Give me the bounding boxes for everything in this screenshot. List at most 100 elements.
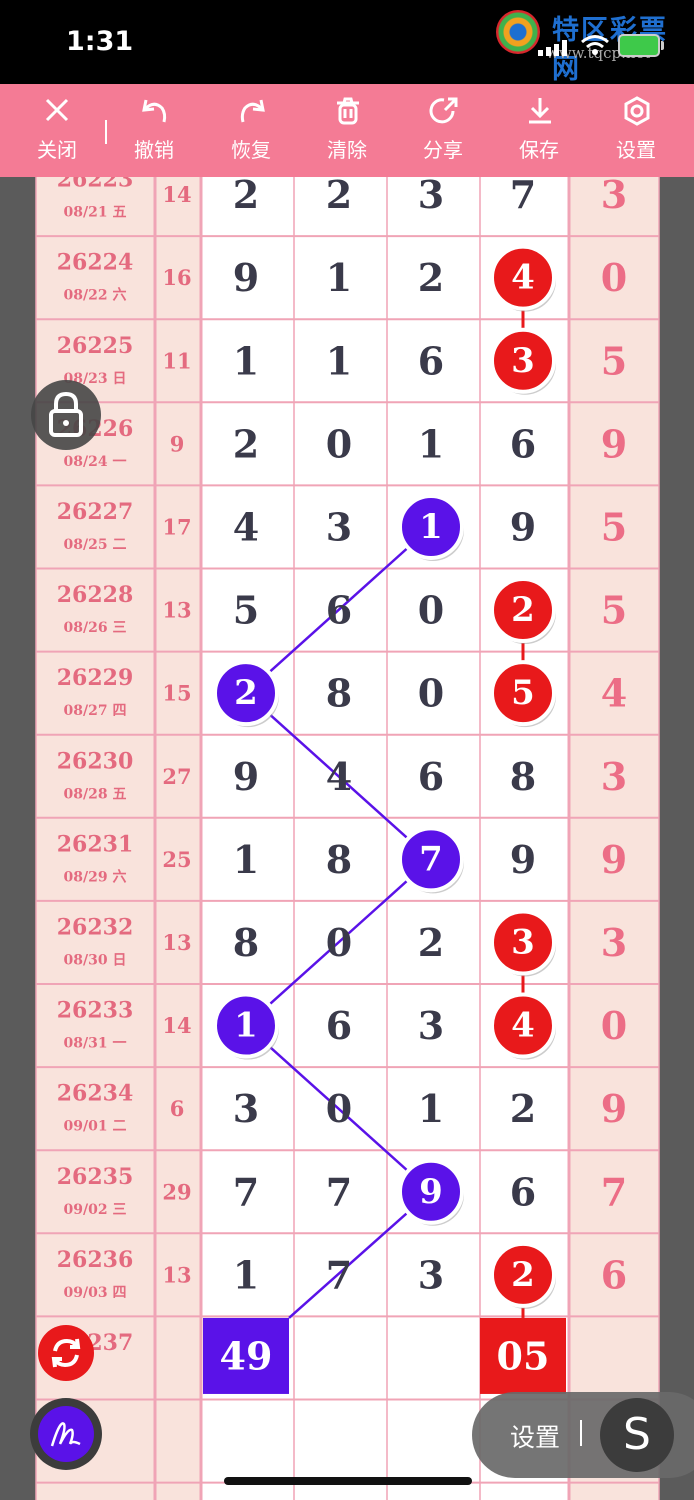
period-number: 26228	[57, 582, 134, 608]
redo-button[interactable]: 恢复	[211, 84, 291, 177]
prediction-value: 05	[497, 1333, 550, 1378]
tail-value: 6	[601, 1252, 627, 1297]
digit-cell: 3	[418, 177, 444, 217]
digit-cell: 8	[326, 671, 352, 716]
digit-cell: 2	[233, 421, 259, 466]
sum-value: 11	[162, 348, 191, 373]
digit-cell: 2	[326, 177, 352, 217]
ball-digit: 7	[419, 839, 443, 879]
sum-value: 13	[162, 1262, 191, 1287]
sum-value: 13	[162, 930, 191, 955]
digit-cell: 3	[233, 1086, 259, 1131]
digit-cell: 6	[510, 1169, 536, 1214]
period-number: 26232	[57, 914, 134, 940]
digit-cell: 1	[233, 837, 259, 882]
period-number: 26227	[57, 499, 134, 525]
undo-icon	[142, 99, 167, 123]
close-label: 关闭	[37, 138, 77, 162]
digit-cell: 6	[326, 588, 352, 633]
period-number: 26229	[57, 665, 134, 691]
period-number: 26233	[57, 998, 134, 1024]
tail-value: 7	[601, 1169, 627, 1214]
digit-cell: 4	[233, 504, 259, 549]
ball-digit: 9	[419, 1172, 443, 1212]
period-number: 26234	[57, 1081, 134, 1107]
period-number: 26231	[57, 831, 134, 857]
pen-tool-button[interactable]	[30, 1398, 102, 1470]
refresh-button[interactable]	[38, 1325, 94, 1381]
period-date: 08/27 四	[64, 703, 127, 719]
digit-cell: 0	[326, 421, 352, 466]
tail-value: 0	[601, 1003, 627, 1048]
trend-chart-sheet[interactable]: 26223 08/21 五 14 2 2 3 7 3 26224 08/22 六 16 9 1 2 4 0 26…	[0, 177, 694, 1500]
cellular-signal-icon	[538, 40, 567, 56]
floating-settings-label[interactable]: 设置	[510, 1418, 560, 1454]
sum-value: 17	[162, 514, 191, 539]
digit-cell: 2	[418, 920, 444, 965]
status-bar: 1:31 特区彩票网 www.tqcp.net	[0, 0, 694, 85]
s-menu-button[interactable]: S	[600, 1398, 674, 1472]
tail-value: 4	[601, 671, 627, 716]
tail-value: 0	[601, 255, 627, 300]
save-label: 保存	[519, 138, 559, 162]
digit-cell: 8	[510, 754, 536, 799]
digit-cell: 2	[418, 255, 444, 300]
home-indicator[interactable]	[224, 1477, 472, 1485]
period-number: 26223	[57, 177, 134, 193]
prediction-value: 49	[220, 1333, 273, 1378]
sum-value: 13	[162, 598, 191, 623]
floating-settings-pill[interactable]: 设置 S	[472, 1392, 694, 1478]
digit-cell: 3	[418, 1252, 444, 1297]
left-margin	[0, 177, 36, 1500]
close-button[interactable]: 关闭	[17, 84, 97, 177]
redo-label: 恢复	[231, 138, 271, 162]
ball-digit: 1	[419, 507, 443, 547]
save-button[interactable]: 保存	[499, 84, 579, 177]
pill-divider	[580, 1420, 582, 1446]
digit-cell: 6	[418, 754, 444, 799]
sum-value: 14	[162, 1013, 191, 1038]
digit-cell: 2	[233, 177, 259, 217]
digit-cell: 8	[326, 837, 352, 882]
ball-digit: 1	[234, 1006, 258, 1046]
battery-icon	[618, 34, 664, 57]
status-time: 1:31	[66, 26, 134, 57]
tail-value: 3	[601, 920, 627, 965]
digit-cell: 6	[510, 421, 536, 466]
period-date: 08/25 二	[64, 537, 127, 553]
share-button[interactable]: 分享	[403, 84, 483, 177]
period-date: 08/30 日	[64, 952, 127, 968]
digit-cell: 3	[326, 504, 352, 549]
trash-icon	[337, 97, 359, 125]
ball-digit: 3	[511, 341, 535, 381]
period-date: 08/29 六	[64, 868, 127, 885]
ball-digit: 2	[511, 590, 535, 630]
period-date: 08/21 五	[64, 205, 127, 221]
digit-cell: 7	[510, 177, 536, 217]
clear-label: 清除	[327, 138, 367, 162]
undo-button[interactable]: 撤销	[114, 84, 194, 177]
digit-cell: 1	[326, 338, 352, 383]
period-date: 08/28 五	[64, 786, 127, 802]
ball-digit: 2	[234, 673, 258, 713]
tail-value: 5	[601, 504, 627, 549]
period-date: 09/03 四	[64, 1285, 127, 1301]
tail-value: 5	[601, 588, 627, 633]
watermark-logo-icon	[496, 10, 540, 54]
digit-cell: 8	[233, 920, 259, 965]
period-date: 09/02 三	[64, 1202, 127, 1218]
clear-button[interactable]: 清除	[307, 84, 387, 177]
digit-cell: 4	[326, 754, 352, 799]
digit-cell: 9	[510, 504, 536, 549]
undo-label: 撤销	[134, 138, 174, 162]
refresh-icon	[51, 1338, 81, 1368]
lock-button[interactable]	[31, 380, 101, 450]
trend-grid[interactable]: 2622308/21 五14 2 2 3 7 32622408/22 六16 9 1 2 4 026…	[0, 177, 694, 1500]
sum-value: 15	[162, 681, 191, 706]
lock-icon	[49, 391, 83, 437]
settings-button[interactable]: 设置	[596, 84, 676, 177]
settings-label: 设置	[616, 138, 656, 162]
digit-cell: 9	[233, 255, 259, 300]
period-number: 26224	[57, 250, 134, 276]
period-number: 26235	[57, 1164, 134, 1190]
